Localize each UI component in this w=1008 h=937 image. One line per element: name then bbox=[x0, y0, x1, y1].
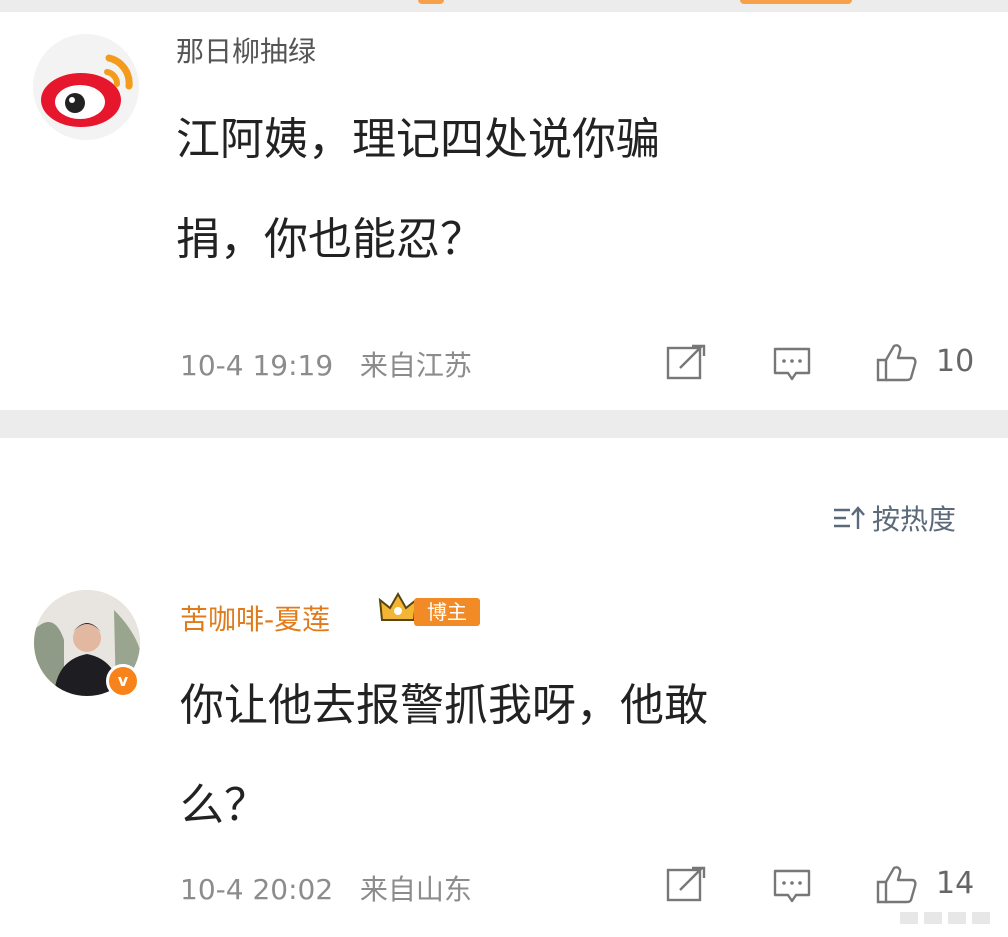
comment-icon[interactable] bbox=[772, 346, 812, 386]
like-count: 10 bbox=[936, 344, 975, 379]
comment-location: 来自山东 bbox=[359, 873, 472, 906]
top-accent-mark bbox=[418, 0, 444, 4]
watermark-icon bbox=[900, 912, 990, 924]
comment-card-1: 那日柳抽绿 江阿姨，理记四处说你骗 捐，你也能忍？ 10-4 19:19 来自江… bbox=[0, 12, 1008, 410]
like-count: 14 bbox=[936, 866, 975, 901]
comment-meta: 10-4 19:19 来自江苏 bbox=[180, 344, 472, 384]
section-divider bbox=[0, 410, 1008, 438]
comment-content: 江阿姨，理记四处说你骗 捐，你也能忍？ bbox=[176, 114, 660, 265]
comment-time: 10-4 20:02 bbox=[180, 873, 334, 906]
host-badge: 博主 bbox=[414, 598, 480, 626]
forward-icon[interactable] bbox=[666, 866, 706, 902]
like-icon[interactable] bbox=[874, 340, 918, 384]
crown-icon bbox=[378, 591, 418, 621]
comment-location: 来自江苏 bbox=[359, 349, 472, 382]
comment-card-2: 按热度 v 苦咖啡-夏莲 博主 你让他去报警抓我呀，他敢 么？ 10-4 20:… bbox=[0, 438, 1008, 937]
top-strip bbox=[0, 0, 1008, 12]
top-accent-button[interactable] bbox=[740, 0, 852, 4]
comment-meta: 10-4 20:02 来自山东 bbox=[180, 868, 472, 908]
like-icon[interactable] bbox=[874, 862, 918, 906]
forward-icon[interactable] bbox=[666, 344, 706, 380]
sort-button[interactable]: 按热度 bbox=[832, 498, 956, 538]
comment-username[interactable]: 苦咖啡-夏莲 bbox=[180, 598, 330, 638]
weibo-logo-icon[interactable] bbox=[33, 34, 139, 140]
sort-label: 按热度 bbox=[872, 503, 957, 536]
comment-content: 你让他去报警抓我呀，他敢 么？ bbox=[180, 680, 708, 831]
comment-icon[interactable] bbox=[772, 868, 812, 908]
comment-username[interactable]: 那日柳抽绿 bbox=[176, 30, 316, 70]
comment-time: 10-4 19:19 bbox=[180, 349, 334, 382]
verified-badge: v bbox=[106, 664, 140, 698]
sort-icon bbox=[834, 506, 865, 529]
